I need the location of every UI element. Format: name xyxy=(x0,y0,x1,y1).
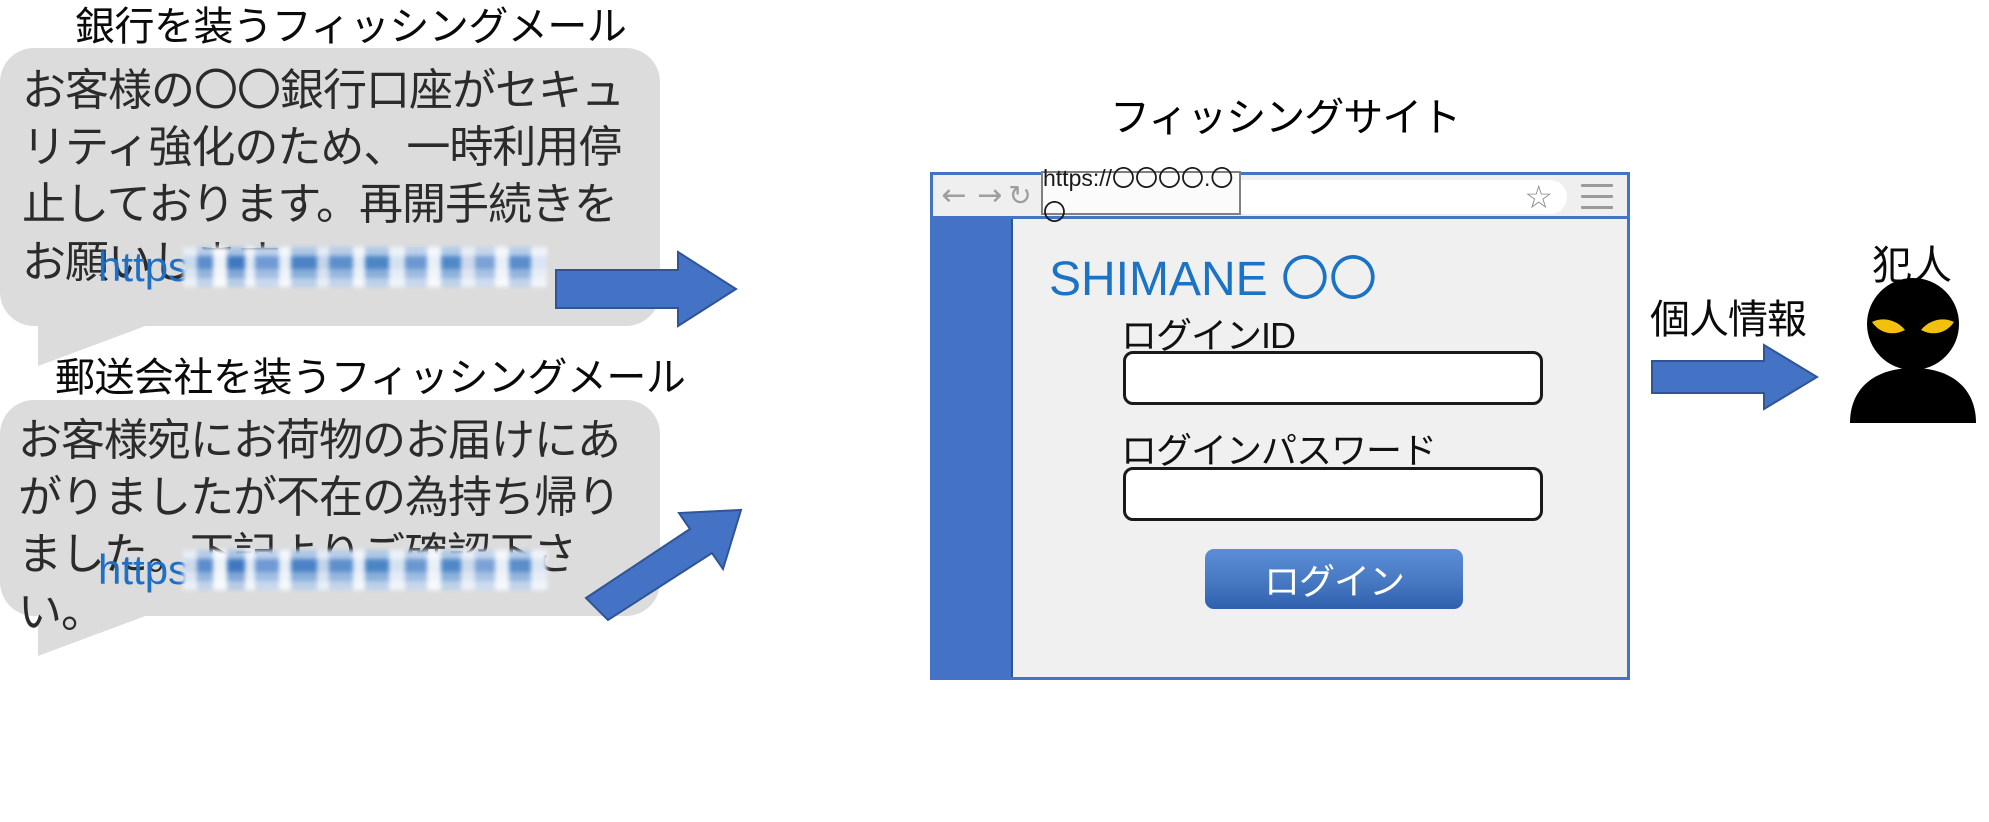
back-arrow-icon[interactable]: ← xyxy=(939,180,969,211)
browser-viewport: SHIMANE 〇〇 ログインID ログインパスワード ログイン xyxy=(933,219,1627,677)
menu-bar-2 xyxy=(1581,195,1613,198)
bookmark-star-icon[interactable]: ☆ xyxy=(1524,179,1553,215)
delivery-bubble-text: お客様宛にお荷物のお届けにあがりましたが不在の為持ち帰りました。下記よりご確認下… xyxy=(18,416,621,637)
criminal-figure-icon xyxy=(1838,278,1988,428)
delivery-phishing-link[interactable]: https xyxy=(98,546,548,594)
site-sidebar xyxy=(933,219,1013,677)
delivery-to-site-arrow xyxy=(584,490,746,622)
browser-window: ← → ↻ https://〇〇〇〇.〇〇 ☆ SHIMANE 〇〇 ログインI… xyxy=(930,165,1630,680)
bank-link-masked-strip xyxy=(183,247,548,287)
hamburger-menu-icon[interactable] xyxy=(1581,184,1613,210)
browser-toolbar: ← → ↻ https://〇〇〇〇.〇〇 ☆ xyxy=(933,165,1627,225)
forward-arrow-icon[interactable]: → xyxy=(975,180,1005,211)
delivery-link-prefix: https xyxy=(98,546,190,593)
criminal-body xyxy=(1850,368,1976,423)
bank-phishing-link[interactable]: https xyxy=(98,243,548,291)
login-id-input[interactable] xyxy=(1123,351,1543,405)
site-logo: SHIMANE 〇〇 xyxy=(1049,253,1378,306)
site-content: SHIMANE 〇〇 ログインID ログインパスワード ログイン xyxy=(1013,219,1627,677)
menu-bar-3 xyxy=(1581,206,1613,209)
login-password-input[interactable] xyxy=(1123,467,1543,521)
delivery-bubble-heading: 郵送会社を装うフィッシングメール xyxy=(55,356,686,400)
bank-link-prefix: https xyxy=(98,243,190,290)
bank-bubble-heading: 銀行を装うフィッシングメール xyxy=(75,5,627,49)
bank-to-site-arrow xyxy=(555,250,738,328)
reload-icon[interactable]: ↻ xyxy=(1005,181,1035,210)
url-input[interactable]: https://〇〇〇〇.〇〇 xyxy=(1041,165,1241,225)
menu-bar-1 xyxy=(1581,184,1613,187)
phishing-site-title: フィッシングサイト xyxy=(1110,96,1461,140)
info-to-criminal-arrow xyxy=(1651,343,1819,411)
login-button[interactable]: ログイン xyxy=(1205,549,1463,609)
personal-info-label: 個人情報 xyxy=(1650,298,1807,342)
delivery-link-masked-strip xyxy=(183,550,548,590)
